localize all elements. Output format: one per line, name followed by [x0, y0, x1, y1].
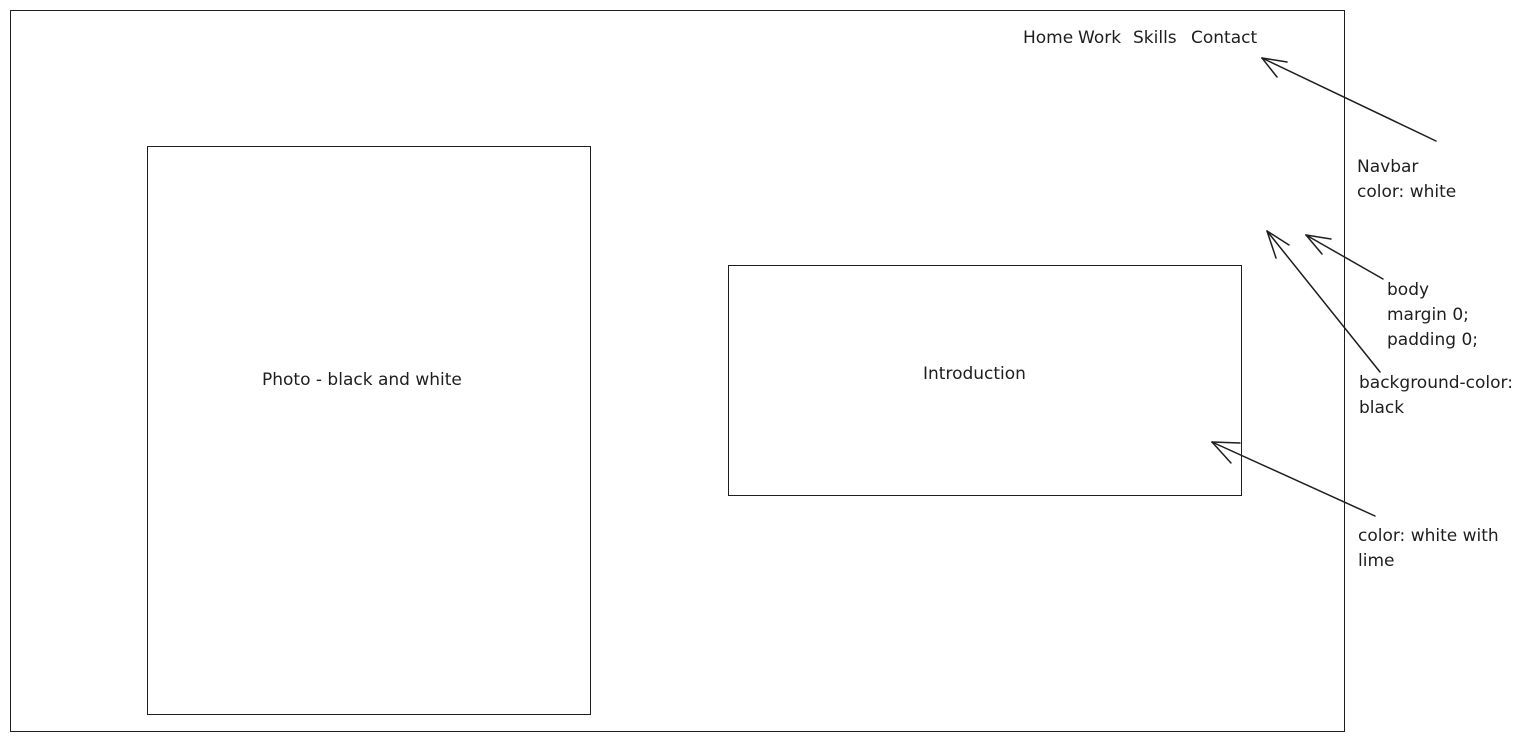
annotation-background-line-1: background-color: — [1359, 373, 1513, 393]
photo-placeholder — [147, 146, 591, 715]
nav-link-skills[interactable]: Skills — [1133, 26, 1177, 51]
nav-link-contact[interactable]: Contact — [1191, 26, 1257, 51]
annotation-body-line-1: body — [1387, 280, 1430, 300]
introduction-label: Introduction — [923, 364, 1026, 384]
photo-label: Photo - black and white — [262, 370, 462, 390]
annotation-intro-color-line-2: lime — [1358, 551, 1395, 571]
annotation-background-line-2: black — [1359, 398, 1405, 418]
annotation-navbar-line-1: Navbar — [1357, 157, 1419, 177]
annotation-body-line-2: margin 0; — [1387, 305, 1469, 325]
annotation-navbar-line-2: color: white — [1357, 182, 1457, 202]
nav-link-work[interactable]: Work — [1078, 26, 1121, 51]
nav-link-home[interactable]: Home — [1023, 26, 1073, 51]
annotation-body-line-3: padding 0; — [1387, 330, 1479, 350]
annotation-intro-color-line-1: color: white with — [1358, 526, 1499, 546]
